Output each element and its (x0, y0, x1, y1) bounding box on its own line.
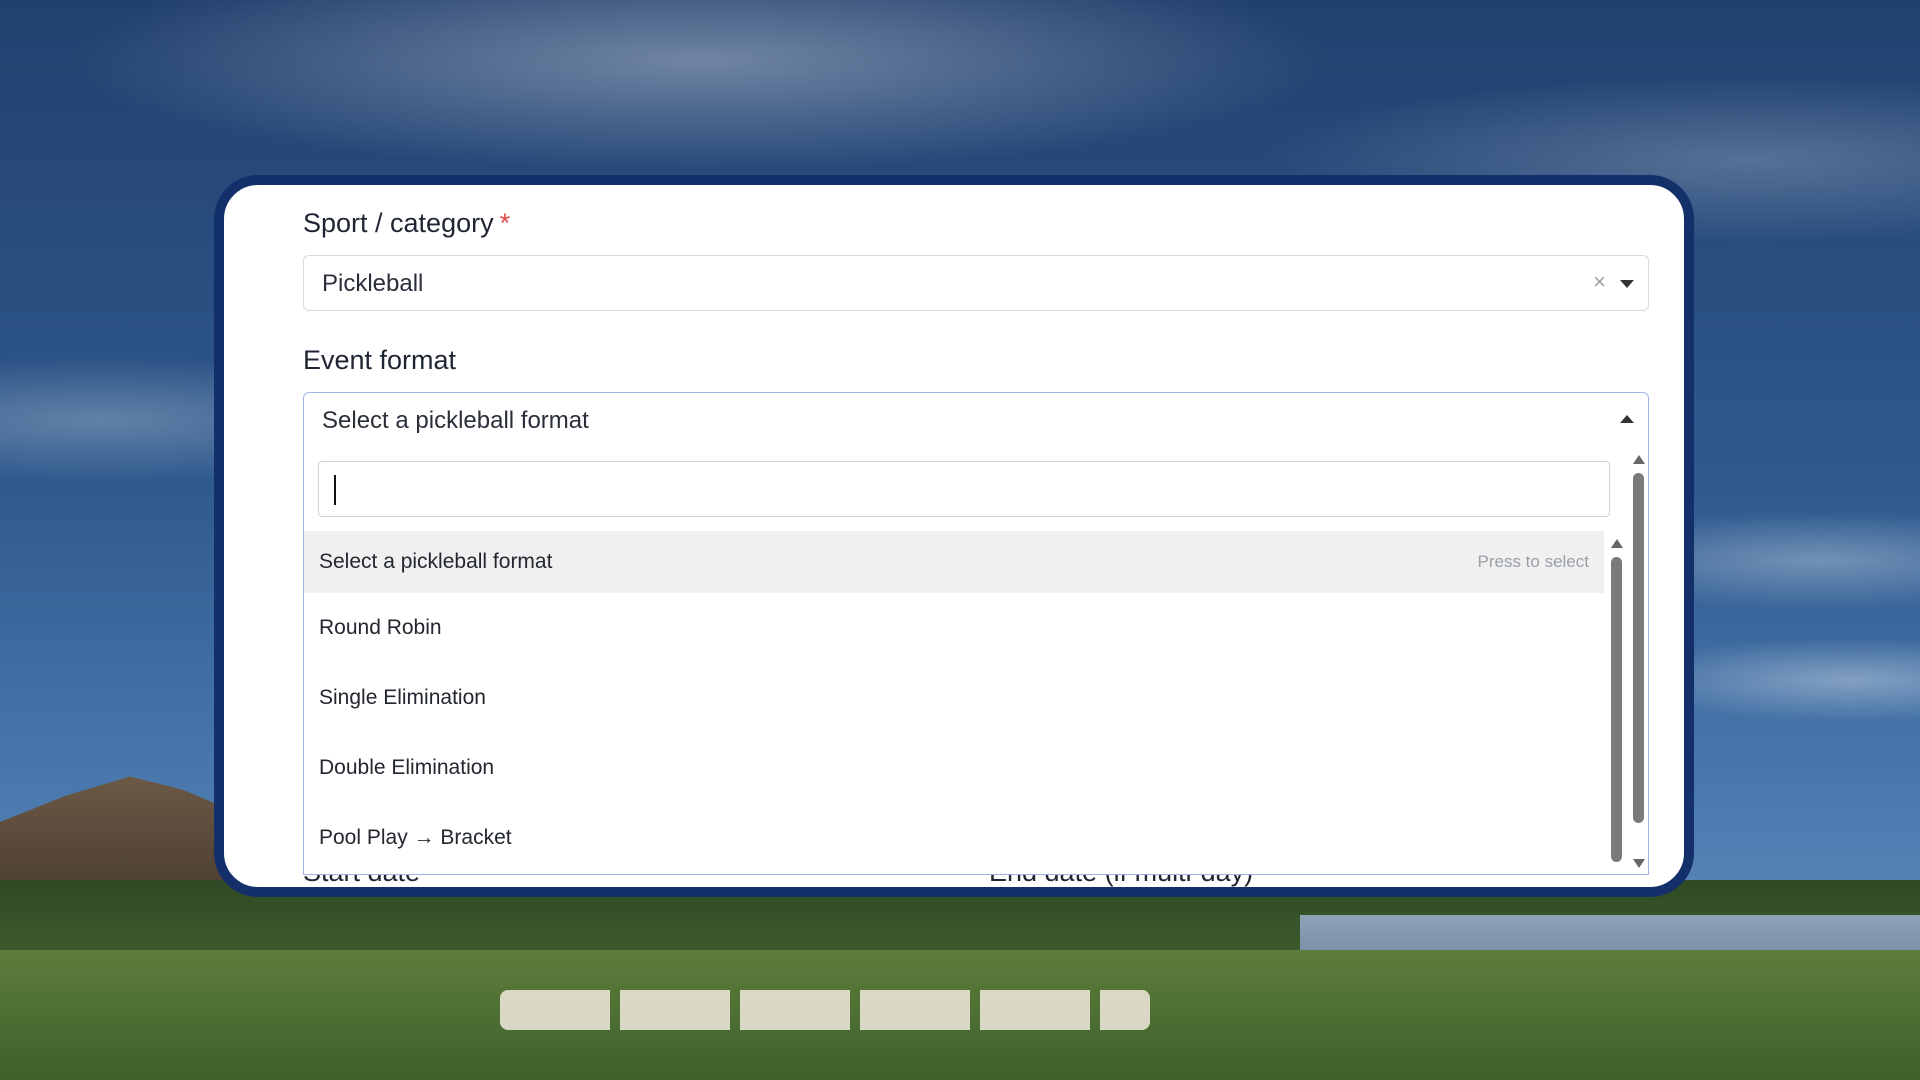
option-label: Round Robin (319, 616, 442, 639)
option-single-elimination[interactable]: Single Elimination (304, 667, 1604, 729)
option-select-a-pickleball-format[interactable]: Select a pickleball format Press to sele… (304, 531, 1604, 593)
event-format-select[interactable]: Select a pickleball format (303, 392, 1649, 448)
option-label: Select a pickleball format (319, 550, 553, 573)
outer-scroll-down-icon[interactable] (1633, 859, 1645, 868)
chevron-up-icon[interactable] (1620, 415, 1634, 423)
option-label: Pool Play → Bracket (319, 826, 512, 849)
sport-label-text: Sport / category (303, 208, 494, 238)
event-format-dropdown: Select a pickleball format Press to sele… (303, 447, 1649, 875)
chevron-down-icon[interactable] (1620, 280, 1634, 288)
event-form-card: Sport / category * Pickleball × Event for… (214, 175, 1694, 897)
sport-select[interactable]: Pickleball × (303, 255, 1649, 311)
golf-carts (500, 990, 1150, 1030)
option-round-robin[interactable]: Round Robin (304, 597, 1604, 659)
outer-scroll-up-icon[interactable] (1633, 455, 1645, 464)
sport-select-value: Pickleball (322, 270, 424, 297)
event-format-label: Event format (303, 345, 457, 375)
format-search-input[interactable] (318, 461, 1610, 517)
format-options-list: Select a pickleball format Press to sele… (304, 531, 1604, 871)
required-asterisk: * (499, 208, 511, 238)
option-label: Single Elimination (319, 686, 486, 709)
inner-scrollbar-thumb[interactable] (1611, 557, 1622, 862)
text-cursor (334, 475, 336, 505)
clear-icon[interactable]: × (1593, 270, 1606, 294)
press-to-select-hint: Press to select (1477, 552, 1590, 571)
sport-field-label: Sport / category * (303, 208, 510, 239)
event-format-select-value: Select a pickleball format (322, 407, 589, 434)
option-pool-play-bracket[interactable]: Pool Play → Bracket (304, 807, 1604, 869)
option-double-elimination[interactable]: Double Elimination (304, 737, 1604, 799)
outer-scrollbar-thumb[interactable] (1633, 473, 1644, 823)
option-label: Double Elimination (319, 756, 495, 779)
inner-scroll-up-icon[interactable] (1611, 539, 1623, 548)
